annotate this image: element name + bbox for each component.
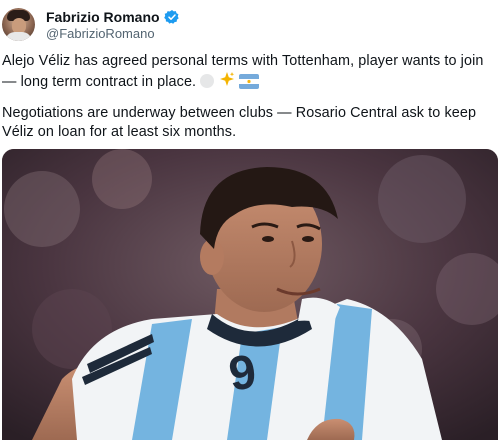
author-name[interactable]: Fabrizio Romano [46,8,160,26]
tweet-text-paragraph-1: Alejo Véliz has agreed personal terms wi… [2,52,496,95]
author-name-row[interactable]: Fabrizio Romano [46,8,180,26]
tweet-photo[interactable]: 9 [2,149,498,440]
sparkles-icon [218,71,236,95]
author-handle[interactable]: @FabrizioRomano [46,26,155,42]
tweet-text-paragraph-2: Negotiations are underway between clubs … [2,105,477,140]
avatar[interactable] [2,8,35,41]
player-photo-illustration: 9 [2,149,498,440]
tweet-card[interactable]: Fabrizio Romano @FabrizioRomano Alejo Vé… [0,0,500,440]
verified-badge-icon [163,10,179,24]
argentina-flag-icon [239,74,260,95]
tweet-header: Fabrizio Romano @FabrizioRomano [0,4,500,42]
white-circle-icon [199,73,215,95]
